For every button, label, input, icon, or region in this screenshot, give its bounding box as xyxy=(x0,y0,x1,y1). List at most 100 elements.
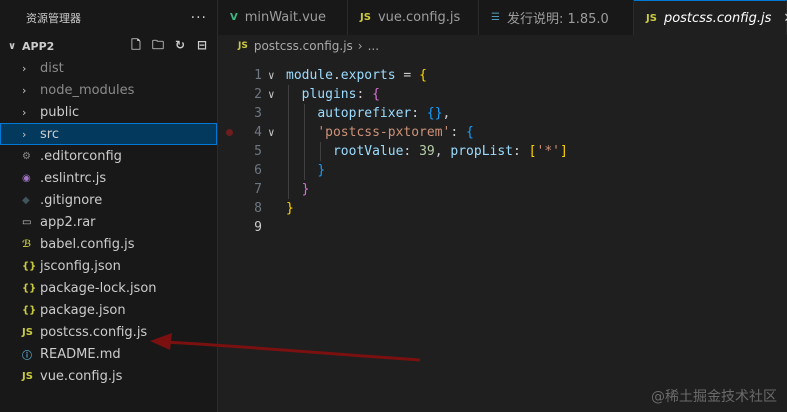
editor-tabs: VminWait.vue JS vue.config.js ☰ 发行说明: 1.85.0… xyxy=(218,0,787,35)
tree-item-label: .gitignore xyxy=(40,192,103,208)
tab-label: 发行说明: 1.85.0 xyxy=(506,12,609,27)
code-line: 6 } xyxy=(218,161,787,180)
file-type-icon: ◉ xyxy=(22,172,31,184)
close-icon[interactable]: ✕ xyxy=(783,11,787,26)
code-text: } xyxy=(286,199,294,218)
tab-label: postcss.config.js xyxy=(663,10,772,26)
tree-file[interactable]: JS postcss.config.js xyxy=(0,321,217,343)
watermark: @稀土掘金技术社区 xyxy=(651,389,777,405)
code-token: : xyxy=(411,106,427,121)
collapse-all-icon[interactable]: ⊟ xyxy=(195,38,209,52)
code-token: exports xyxy=(340,68,396,83)
tree-item-label: vue.config.js xyxy=(40,368,123,384)
code-token: } xyxy=(317,163,326,178)
breadcrumb-symbol[interactable]: ... xyxy=(368,39,379,53)
file-type-icon: ℬ xyxy=(22,238,32,250)
tree-file[interactable]: {} package-lock.json xyxy=(0,277,217,299)
code-token: { xyxy=(419,68,427,83)
line-number: 1 xyxy=(254,68,262,83)
code-line: 8} xyxy=(218,199,787,218)
code-line: 1 ∨ module.exports = { xyxy=(218,66,787,85)
tree-file[interactable]: {} package.json xyxy=(0,299,217,321)
code-text: rootValue: 39, propList: ['*'] xyxy=(286,142,568,161)
code-text: 'postcss-pxtorem': { xyxy=(286,123,474,142)
tree-file[interactable]: ℬbabel.config.js xyxy=(0,233,217,255)
editor-tab[interactable]: VminWait.vue xyxy=(218,0,348,35)
code-token: 39 xyxy=(419,144,435,159)
fold-chevron-icon[interactable]: ∨ xyxy=(268,66,275,85)
tree-file[interactable]: ⓘ README.md xyxy=(0,343,217,365)
code-token: } xyxy=(286,201,294,216)
file-type-icon: ▭ xyxy=(22,216,32,228)
js-file-icon: JS xyxy=(238,41,248,51)
file-type-icon: ⓘ xyxy=(22,350,32,362)
line-number: 2 xyxy=(254,87,262,102)
code-token: : xyxy=(403,144,420,159)
tree-file[interactable]: JS vue.config.js xyxy=(0,365,217,387)
line-number: 5 xyxy=(254,144,262,159)
tree-file[interactable]: ◆ .gitignore xyxy=(0,189,217,211)
tree-item-label: babel.config.js xyxy=(40,236,135,252)
tree-item-label: postcss.config.js xyxy=(40,324,148,340)
code-line: 3 autoprefixer: {}, xyxy=(218,104,787,123)
code-line: 5 rootValue: 39, propList: ['*'] xyxy=(218,142,787,161)
code-token: , xyxy=(442,106,451,121)
code-token: plugins xyxy=(301,87,357,102)
line-number: 7 xyxy=(254,182,262,197)
fold-chevron-icon[interactable]: ∨ xyxy=(268,123,275,142)
editor-tab[interactable]: JS vue.config.js xyxy=(348,0,479,35)
code-token: . xyxy=(332,68,341,83)
code-line: 7 } xyxy=(218,180,787,199)
project-root[interactable]: ∨ APP2 🗋 🗀 ↻ ⊟ xyxy=(0,35,217,57)
file-type-icon: ◆ xyxy=(22,194,30,206)
breadcrumb: JS postcss.config.js › ... xyxy=(218,35,787,57)
tree-folder[interactable]: › src xyxy=(0,123,217,145)
code-token: : xyxy=(450,125,467,140)
chevron-down-icon: ∨ xyxy=(8,40,17,52)
tree-folder[interactable]: › dist xyxy=(0,57,217,79)
line-number: 9 xyxy=(254,220,262,235)
code-token: { xyxy=(372,87,380,102)
editor-tab[interactable]: JS postcss.config.js ✕ xyxy=(634,0,787,35)
code-editor[interactable]: 1 ∨ module.exports = {2 ∨ plugins: {3 autop… xyxy=(218,66,787,412)
file-type-icon: ⚙ xyxy=(22,150,31,162)
editor-tab[interactable]: ☰ 发行说明: 1.85.0 xyxy=(479,0,634,35)
file-type-icon: {} xyxy=(22,282,37,294)
breadcrumb-file[interactable]: postcss.config.js xyxy=(254,39,353,53)
line-number: 4 xyxy=(254,125,262,140)
tree-file[interactable]: ▭ app2.rar xyxy=(0,211,217,233)
code-text: } xyxy=(286,180,310,199)
code-token: : xyxy=(356,87,373,102)
tree-item-label: .eslintrc.js xyxy=(40,170,107,186)
file-tree: › dist › node_modules › public › src ⚙ .editorcon… xyxy=(0,57,217,387)
tree-file[interactable]: ⚙ .editorconfig xyxy=(0,145,217,167)
tree-folder[interactable]: › node_modules xyxy=(0,79,217,101)
file-type-icon: JS xyxy=(360,12,371,23)
tree-item-label: README.md xyxy=(40,346,121,362)
more-actions-icon[interactable]: ··· xyxy=(191,10,207,26)
explorer-header: 资源管理器 ··· xyxy=(0,0,217,35)
file-type-icon: JS xyxy=(22,326,33,338)
tree-item-label: jsconfig.json xyxy=(40,258,121,274)
chevron-right-icon: › xyxy=(22,61,27,75)
tree-file[interactable]: ◉ .eslintrc.js xyxy=(0,167,217,189)
refresh-icon[interactable]: ↻ xyxy=(173,38,187,52)
new-file-icon[interactable]: 🗋 xyxy=(129,38,143,52)
code-text: module.exports = { xyxy=(286,66,427,85)
chevron-right-icon: › xyxy=(22,127,27,141)
line-number: 3 xyxy=(254,106,262,121)
code-text: plugins: { xyxy=(286,85,380,104)
new-folder-icon[interactable]: 🗀 xyxy=(151,38,165,52)
code-token: '*' xyxy=(536,144,560,159)
tree-item-label: .editorconfig xyxy=(40,148,122,164)
tree-file[interactable]: {} jsconfig.json xyxy=(0,255,217,277)
code-token: module xyxy=(286,68,333,83)
code-token: : xyxy=(513,144,529,159)
code-token: propList xyxy=(450,144,514,159)
fold-chevron-icon[interactable]: ∨ xyxy=(268,85,275,104)
code-token: = xyxy=(395,68,420,83)
file-type-icon: JS xyxy=(22,370,33,382)
tree-folder[interactable]: › public xyxy=(0,101,217,123)
